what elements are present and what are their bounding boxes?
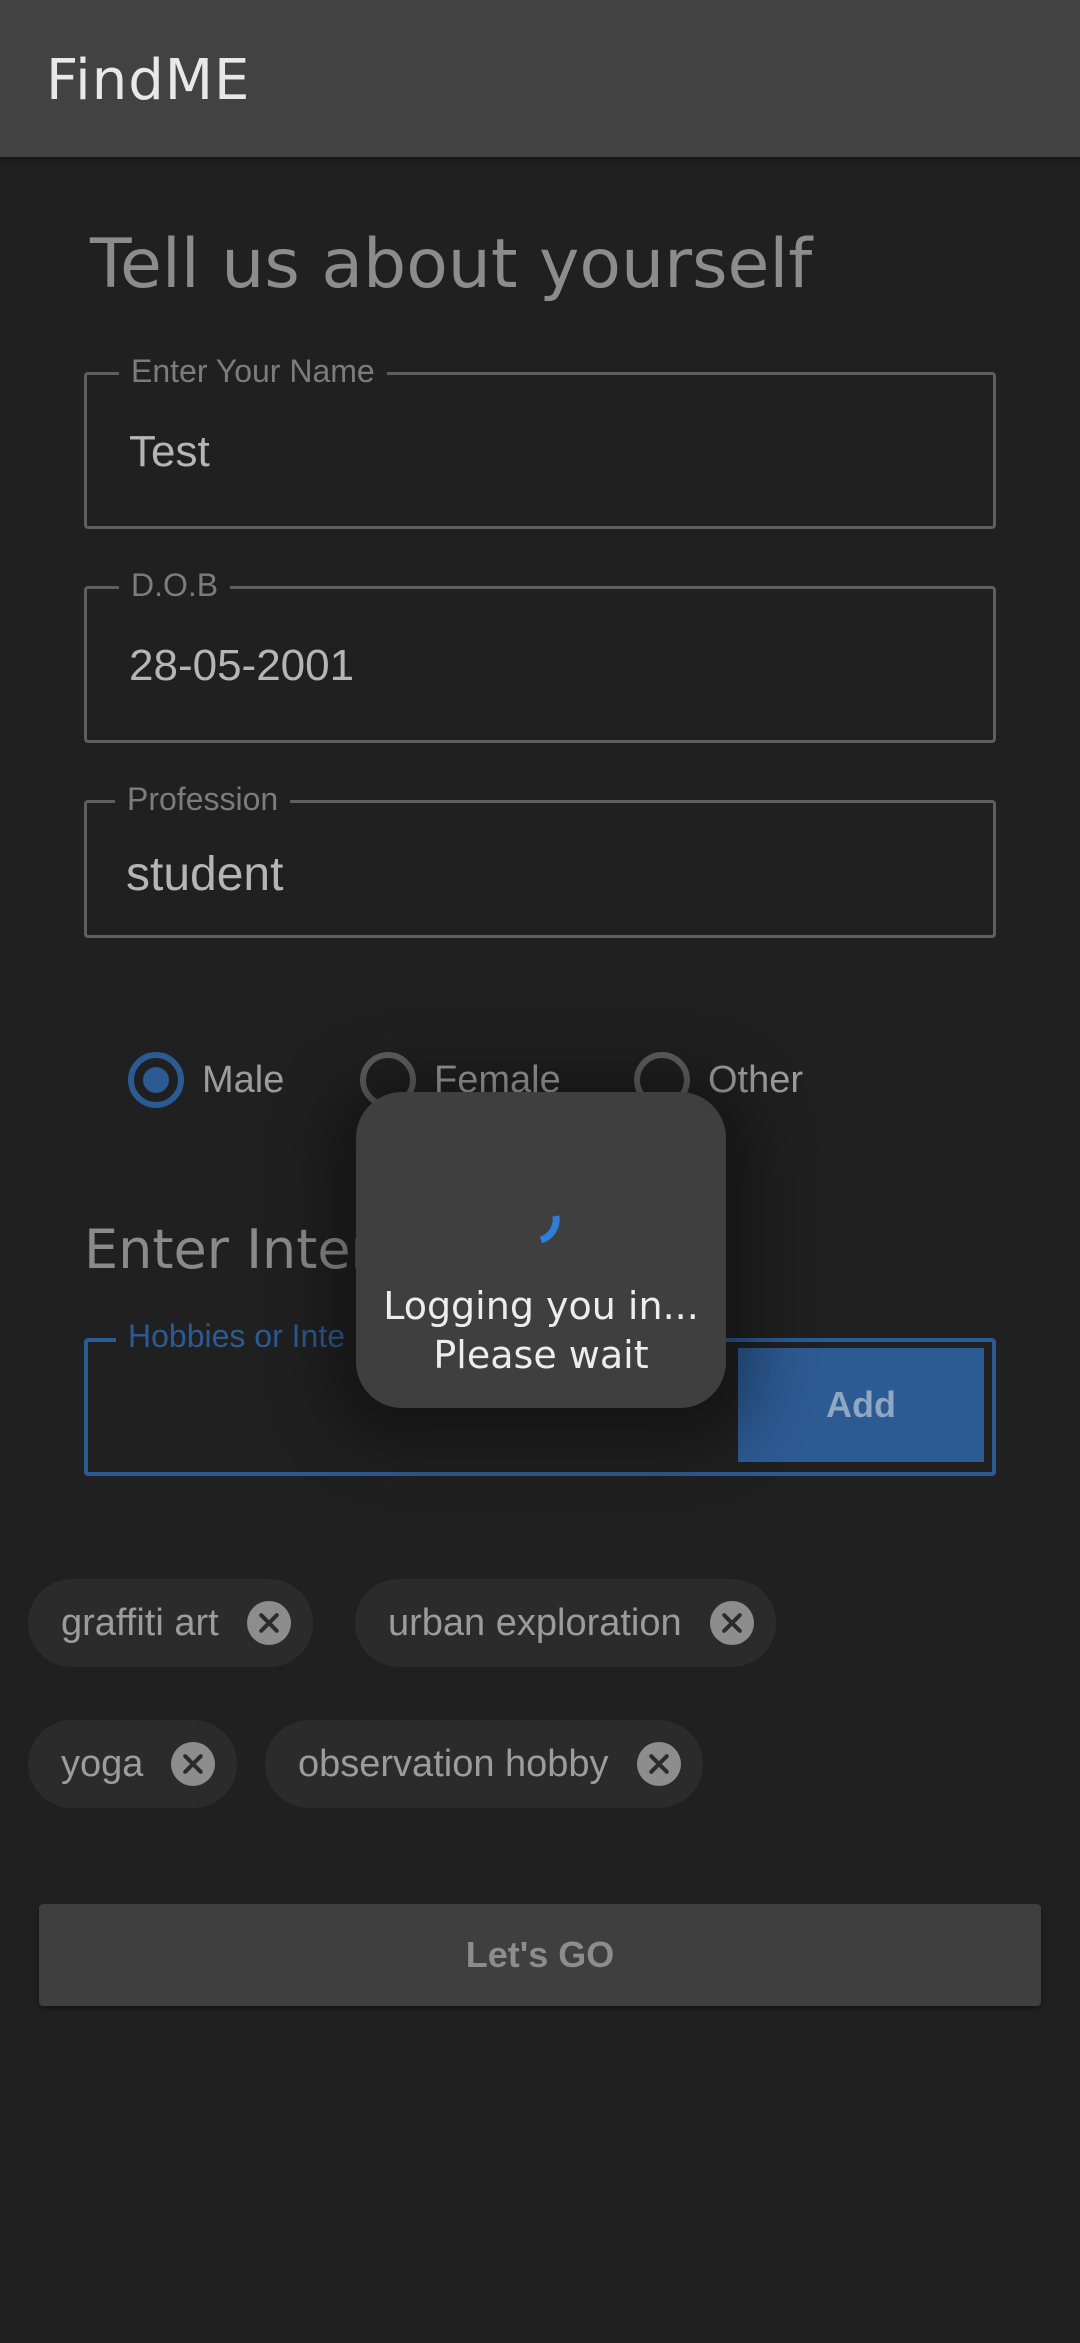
app-title: FindME: [46, 48, 251, 113]
app-bar: FindME: [0, 0, 1080, 157]
add-interest-button[interactable]: Add: [738, 1348, 984, 1462]
radio-male-label: Male: [202, 1058, 285, 1101]
interest-input-label: Hobbies or Inte: [116, 1318, 358, 1355]
name-field-value: Test: [129, 427, 210, 476]
chip-label: urban exploration: [388, 1601, 682, 1644]
lets-go-button[interactable]: Let's GO: [39, 1904, 1041, 2006]
chip-label: observation hobby: [298, 1742, 609, 1785]
chip-remove-icon[interactable]: [709, 1601, 754, 1645]
chip-label: graffiti art: [61, 1601, 219, 1644]
loading-spinner-icon: [539, 1215, 560, 1244]
chip-remove-icon[interactable]: [246, 1601, 291, 1645]
page-heading: Tell us about yourself: [90, 225, 813, 304]
radio-male[interactable]: Male: [128, 1045, 284, 1115]
interest-chip: observation hobby: [265, 1720, 703, 1808]
radio-other-label: Other: [708, 1058, 804, 1101]
loading-message: Logging you in...: [383, 1284, 699, 1328]
loading-dialog: Logging you in... Please wait: [356, 1092, 726, 1408]
interests-section-title: Enter Inter: [84, 1218, 373, 1281]
interest-chip: graffiti art: [28, 1579, 313, 1667]
chip-label: yoga: [61, 1742, 144, 1785]
profession-field[interactable]: Profession student: [84, 781, 996, 938]
dob-field-label: D.O.B: [119, 567, 231, 604]
dob-field-value: 28-05-2001: [129, 641, 355, 690]
name-field[interactable]: Enter Your Name Test: [84, 353, 996, 529]
radio-checked-icon: [128, 1052, 184, 1108]
profession-field-value: student: [126, 848, 284, 901]
profession-field-label: Profession: [115, 781, 291, 818]
chip-remove-icon[interactable]: [171, 1742, 216, 1786]
chip-remove-icon[interactable]: [636, 1742, 681, 1786]
name-field-label: Enter Your Name: [119, 353, 387, 390]
loading-submessage: Please wait: [433, 1333, 649, 1377]
dob-field[interactable]: D.O.B 28-05-2001: [84, 567, 996, 743]
interest-chip: yoga: [28, 1720, 238, 1808]
interest-chip: urban exploration: [355, 1579, 776, 1667]
